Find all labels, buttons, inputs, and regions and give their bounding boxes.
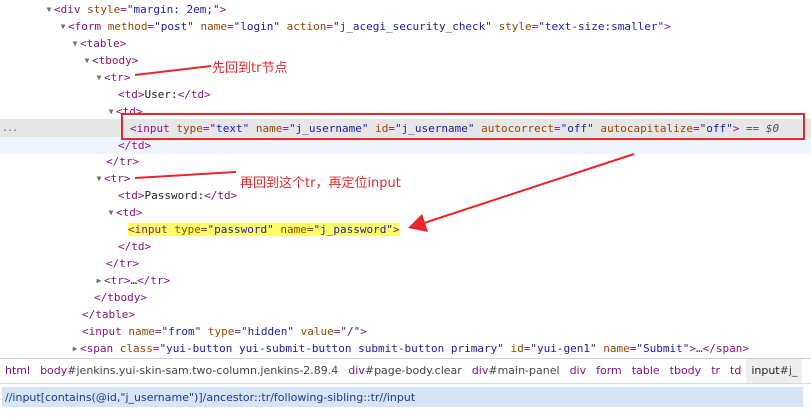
tree-row-td-1[interactable]: ▼ <td> bbox=[0, 103, 811, 120]
tree-row-tr-2[interactable]: ▼ <tr> bbox=[0, 170, 811, 187]
breadcrumb-table[interactable]: table bbox=[627, 359, 665, 383]
tree-row-td-close-2[interactable]: </td> bbox=[0, 238, 811, 255]
tree-row-tr-close-1[interactable]: </tr> bbox=[0, 153, 811, 170]
breadcrumb-body[interactable]: body#jenkins.yui-skin-sam.two-column.jen… bbox=[35, 359, 343, 383]
tree-row-input-password[interactable]: <input type="password" name="j_password"… bbox=[0, 221, 811, 238]
collapse-triangle-icon[interactable]: ▼ bbox=[94, 170, 104, 187]
breadcrumb-div-page-body[interactable]: div#page-body.clear bbox=[343, 359, 467, 383]
breadcrumb: html body#jenkins.yui-skin-sam.two-column… bbox=[0, 358, 811, 384]
breadcrumb-form[interactable]: form bbox=[591, 359, 627, 383]
breadcrumb-tbody[interactable]: tbody bbox=[665, 359, 707, 383]
xpath-search-input[interactable] bbox=[2, 387, 803, 407]
tree-row-td-2[interactable]: ▼ <td> bbox=[0, 204, 811, 221]
tree-row-span-submit[interactable]: ▶ <span class="yui-button yui-submit-butt… bbox=[0, 340, 811, 357]
collapse-triangle-icon[interactable]: ▼ bbox=[106, 103, 116, 120]
breadcrumb-tr[interactable]: tr bbox=[706, 359, 725, 383]
selected-node-indicator: == $0 bbox=[746, 122, 780, 135]
tree-row-tr-close-2[interactable]: </tr> bbox=[0, 255, 811, 272]
tree-row-table[interactable]: ▼ <table> bbox=[0, 35, 811, 52]
tree-row-input-username-selected[interactable]: ... <input type="text" name="j_username" … bbox=[0, 119, 811, 138]
expand-triangle-icon[interactable]: ▶ bbox=[94, 272, 104, 289]
tree-row-tr-1[interactable]: ▼ <tr> bbox=[0, 69, 811, 86]
more-options-icon[interactable]: ... bbox=[2, 119, 18, 138]
tree-row-td-user[interactable]: <td>User:</td> bbox=[0, 86, 811, 103]
search-highlight: <input type="password" name="j_password"… bbox=[128, 223, 400, 236]
collapse-triangle-icon[interactable]: ▼ bbox=[94, 69, 104, 86]
tree-row-tr-3-collapsed[interactable]: ▶ <tr>…</tr> bbox=[0, 272, 811, 289]
collapse-triangle-icon[interactable]: ▼ bbox=[70, 35, 80, 52]
tree-row-form[interactable]: ▼ <form method="post" name="login" action… bbox=[0, 18, 811, 35]
tree-row-td-close-1[interactable]: </td> bbox=[0, 137, 811, 154]
tree-row-input-hidden[interactable]: <input name="from" type="hidden" value="… bbox=[0, 323, 811, 340]
tree-row-div[interactable]: ▼ <div style="margin: 2em;"> bbox=[0, 1, 811, 18]
breadcrumb-div-main-panel[interactable]: div#main-panel bbox=[467, 359, 565, 383]
collapse-triangle-icon[interactable]: ▼ bbox=[106, 204, 116, 221]
elements-tree: ▼ <div style="margin: 2em;"> ▼ <form metho… bbox=[0, 0, 811, 356]
xpath-search-bar bbox=[0, 384, 811, 411]
breadcrumb-input-active[interactable]: input#j_ bbox=[746, 359, 803, 383]
tree-row-td-password[interactable]: <td>Password:</td> bbox=[0, 187, 811, 204]
collapse-triangle-icon[interactable]: ▼ bbox=[44, 1, 54, 18]
breadcrumb-td[interactable]: td bbox=[725, 359, 746, 383]
collapse-triangle-icon[interactable]: ▼ bbox=[58, 18, 68, 35]
tree-row-table-close[interactable]: </table> bbox=[0, 306, 811, 323]
expand-triangle-icon[interactable]: ▶ bbox=[70, 340, 80, 357]
breadcrumb-div[interactable]: div bbox=[565, 359, 592, 383]
tree-row-tbody[interactable]: ▼ <tbody> bbox=[0, 52, 811, 69]
breadcrumb-html[interactable]: html bbox=[0, 359, 35, 383]
collapse-triangle-icon[interactable]: ▼ bbox=[82, 52, 92, 69]
tree-row-tbody-close[interactable]: </tbody> bbox=[0, 289, 811, 306]
